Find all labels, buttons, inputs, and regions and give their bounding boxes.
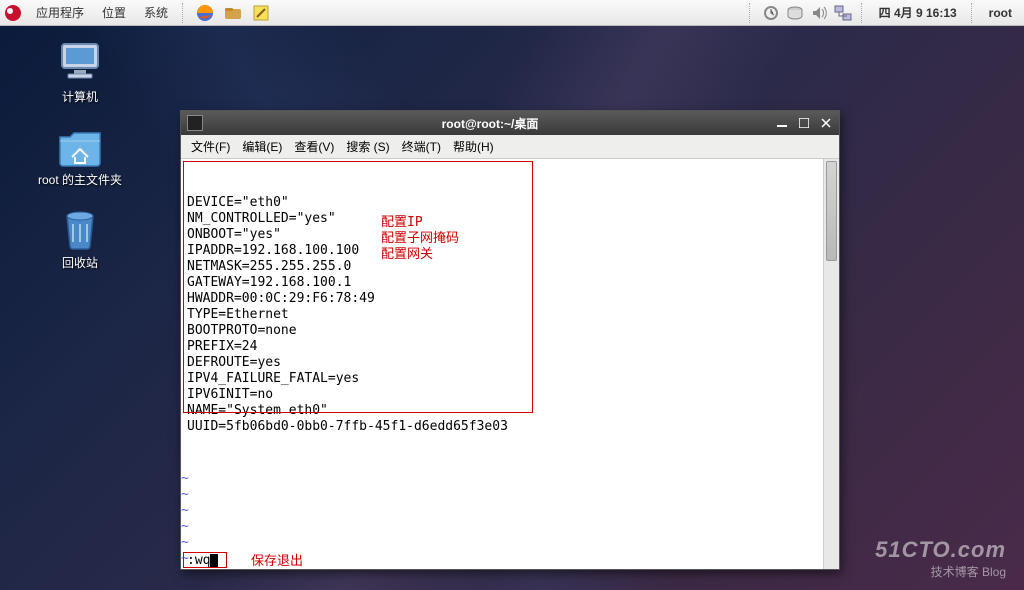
vim-tilde-line: ~ [181, 535, 823, 551]
vim-command-line: :wq [187, 553, 218, 569]
firefox-icon[interactable] [194, 2, 216, 24]
menu-edit[interactable]: 编辑(E) [236, 135, 288, 158]
disk-icon[interactable] [785, 4, 805, 22]
terminal-menubar: 文件(F) 编辑(E) 查看(V) 搜索 (S) 终端(T) 帮助(H) [181, 135, 839, 159]
close-button[interactable] [817, 115, 835, 131]
menu-terminal[interactable]: 终端(T) [396, 135, 447, 158]
menu-places[interactable]: 位置 [94, 0, 134, 25]
config-line: GATEWAY=192.168.100.1 [187, 275, 817, 291]
gedit-icon[interactable] [250, 2, 272, 24]
config-line: NM_CONTROLLED="yes" [187, 211, 817, 227]
desktop-icon-label: 回收站 [62, 254, 98, 271]
config-line: BOOTPROTO=none [187, 323, 817, 339]
config-line: UUID=5fb06bd0-0bb0-7ffb-45f1-d6edd65f3e0… [187, 419, 817, 435]
window-title: root@root:~/桌面 [209, 115, 771, 132]
desktop-icons: 计算机 root 的主文件夹 回收站 [10, 40, 150, 289]
menu-applications[interactable]: 应用程序 [28, 0, 92, 25]
menu-view[interactable]: 查看(V) [288, 135, 340, 158]
vim-tilde-line: ~ [181, 471, 823, 487]
config-line: TYPE=Ethernet [187, 307, 817, 323]
watermark: 51CTO.com 技术博客 Blog [875, 537, 1006, 580]
watermark-line1: 51CTO.com [875, 537, 1006, 563]
terminal-text: DEVICE="eth0"NM_CONTROLLED="yes"ONBOOT="… [181, 159, 823, 569]
menu-system[interactable]: 系统 [136, 0, 176, 25]
window-titlebar[interactable]: root@root:~/桌面 [181, 111, 839, 135]
config-line: NAME="System eth0" [187, 403, 817, 419]
watermark-line2: 技术博客 Blog [875, 563, 1006, 580]
distro-icon[interactable] [2, 2, 24, 24]
scrollbar-thumb[interactable] [826, 161, 837, 261]
config-line: IPV4_FAILURE_FATAL=yes [187, 371, 817, 387]
computer-icon [56, 40, 104, 84]
config-line: ONBOOT="yes" [187, 227, 817, 243]
config-line: PREFIX=24 [187, 339, 817, 355]
config-line: NETMASK=255.255.255.0 [187, 259, 817, 275]
menu-help[interactable]: 帮助(H) [447, 135, 500, 158]
trash-icon [56, 206, 104, 250]
config-line: IPADDR=192.168.100.100 [187, 243, 817, 259]
panel-clock[interactable]: 四 4月 9 16:13 [873, 4, 963, 21]
terminal-viewport[interactable]: DEVICE="eth0"NM_CONTROLLED="yes"ONBOOT="… [181, 159, 839, 569]
menu-search[interactable]: 搜索 (S) [340, 135, 395, 158]
gnome-top-panel: 应用程序 位置 系统 四 4月 9 16:13 root [0, 0, 1024, 26]
annotation-gateway: 配置网关 [381, 243, 433, 262]
terminal-icon [187, 115, 203, 131]
home-folder-icon [56, 123, 104, 167]
vim-tilde-line: ~ [181, 519, 823, 535]
config-line: HWADDR=00:0C:29:F6:78:49 [187, 291, 817, 307]
volume-icon[interactable] [809, 4, 829, 22]
vim-tilde-line: ~ [181, 487, 823, 503]
nautilus-icon[interactable] [222, 2, 244, 24]
desktop-icon-label: 计算机 [62, 88, 98, 105]
config-line: DEFROUTE=yes [187, 355, 817, 371]
terminal-scrollbar[interactable] [823, 159, 839, 569]
update-icon[interactable] [761, 4, 781, 22]
network-icon[interactable] [833, 4, 853, 22]
desktop-icon-trash[interactable]: 回收站 [10, 206, 150, 271]
maximize-button[interactable] [795, 115, 813, 131]
desktop-icon-home[interactable]: root 的主文件夹 [10, 123, 150, 188]
menu-file[interactable]: 文件(F) [185, 135, 236, 158]
panel-user[interactable]: root [983, 6, 1018, 20]
config-line: IPV6INIT=no [187, 387, 817, 403]
vim-tilde-line: ~ [181, 503, 823, 519]
desktop-icon-computer[interactable]: 计算机 [10, 40, 150, 105]
annotation-save-exit: 保存退出 [251, 550, 303, 569]
desktop-icon-label: root 的主文件夹 [38, 171, 122, 188]
minimize-button[interactable] [773, 115, 791, 131]
config-line: DEVICE="eth0" [187, 195, 817, 211]
terminal-window: root@root:~/桌面 文件(F) 编辑(E) 查看(V) 搜索 (S) … [180, 110, 840, 570]
